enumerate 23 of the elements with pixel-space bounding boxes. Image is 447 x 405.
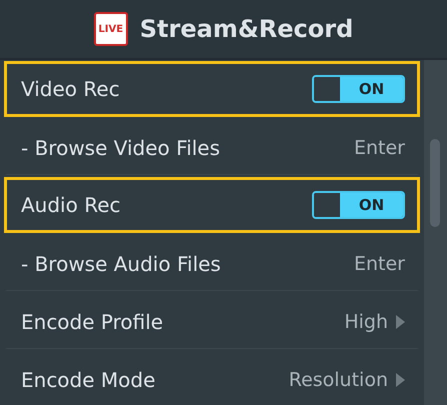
row-value: Enter bbox=[354, 253, 405, 275]
settings-row[interactable]: - Browse Video Files Enter bbox=[4, 119, 420, 175]
row-label: - Browse Video Files bbox=[21, 136, 220, 160]
settings-row[interactable]: Audio Rec ON bbox=[4, 177, 420, 233]
row-label: Encode Profile bbox=[21, 310, 164, 334]
row-label: - Browse Audio Files bbox=[21, 252, 221, 276]
row-value: Enter bbox=[354, 137, 405, 159]
menu-title: Stream&Record bbox=[140, 15, 354, 43]
scrollbar-thumb[interactable] bbox=[430, 139, 440, 227]
row-value: High bbox=[344, 311, 388, 333]
live-badge: LIVE bbox=[94, 12, 128, 46]
row-label: Encode Mode bbox=[21, 368, 156, 392]
caret-icon bbox=[396, 315, 405, 329]
toggle-switch[interactable]: ON bbox=[312, 75, 405, 103]
settings-row[interactable]: Encode Profile High bbox=[4, 293, 420, 349]
settings-row[interactable]: Video Rec ON bbox=[4, 61, 420, 117]
settings-row[interactable]: - Browse Audio Files Enter bbox=[4, 235, 420, 291]
row-value: Resolution bbox=[288, 369, 388, 391]
toggle-switch[interactable]: ON bbox=[312, 191, 405, 219]
row-label: Video Rec bbox=[21, 77, 120, 101]
row-label: Audio Rec bbox=[21, 193, 121, 217]
caret-icon bbox=[396, 373, 405, 387]
settings-row[interactable]: Encode Mode Resolution bbox=[4, 351, 420, 405]
